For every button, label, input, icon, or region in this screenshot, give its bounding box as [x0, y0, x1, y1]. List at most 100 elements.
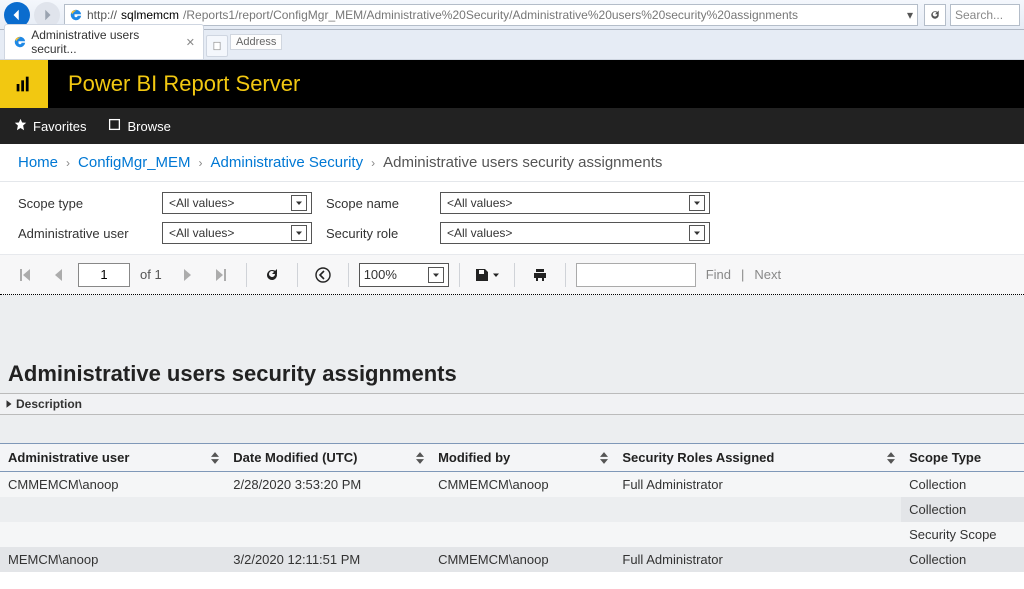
- col-admin-user[interactable]: Administrative user: [0, 444, 225, 472]
- report-body: Administrative users security assignment…: [0, 295, 1024, 572]
- scope-name-value: <All values>: [447, 196, 512, 210]
- description-toggle[interactable]: Description: [0, 393, 1024, 415]
- cell-date: [225, 497, 430, 522]
- cell-role: Full Administrator: [614, 547, 901, 572]
- cell-user: [0, 522, 225, 547]
- favorites-label: Favorites: [33, 119, 86, 134]
- browser-refresh-button[interactable]: [924, 4, 946, 26]
- cell-role: Full Administrator: [614, 472, 901, 498]
- zoom-value: 100%: [364, 267, 397, 282]
- cell-scope: Collection: [901, 547, 1024, 572]
- browse-button[interactable]: Browse: [108, 118, 170, 134]
- breadcrumb-l2[interactable]: Administrative Security: [211, 154, 364, 171]
- sec-role-value: <All values>: [447, 226, 512, 240]
- chevron-right-icon: ›: [66, 156, 70, 170]
- table-row: Collection: [0, 497, 1024, 522]
- next-page-button[interactable]: [172, 260, 202, 290]
- table-row: Security Scope: [0, 522, 1024, 547]
- cell-scope: Collection: [901, 472, 1024, 498]
- col-date-modified[interactable]: Date Modified (UTC): [225, 444, 430, 472]
- results-table: Administrative user Date Modified (UTC) …: [0, 443, 1024, 572]
- admin-user-label: Administrative user: [18, 226, 148, 241]
- cell-date: 3/2/2020 12:11:51 PM: [225, 547, 430, 572]
- ie-icon: [69, 8, 83, 22]
- chevron-right-icon: ›: [199, 156, 203, 170]
- pbi-toolbar: Favorites Browse: [0, 108, 1024, 144]
- scope-name-label: Scope name: [326, 196, 426, 211]
- find-label[interactable]: Find: [706, 267, 731, 282]
- cell-date: 2/28/2020 3:53:20 PM: [225, 472, 430, 498]
- chevron-down-icon: [291, 225, 307, 241]
- admin-user-select[interactable]: <All values>: [162, 222, 312, 244]
- last-page-button[interactable]: [206, 260, 236, 290]
- page-number-input[interactable]: [78, 263, 130, 287]
- description-label: Description: [16, 397, 82, 411]
- scope-type-select[interactable]: <All values>: [162, 192, 312, 214]
- pbi-header: Power BI Report Server: [0, 60, 1024, 108]
- cell-user: [0, 497, 225, 522]
- chevron-down-icon: [689, 225, 705, 241]
- back-to-parent-button[interactable]: [308, 260, 338, 290]
- browser-tab-current[interactable]: Administrative users securit... ✕: [4, 24, 204, 59]
- product-title: Power BI Report Server: [48, 60, 1024, 108]
- breadcrumb-current: Administrative users security assignment…: [383, 154, 662, 171]
- find-input[interactable]: [576, 263, 696, 287]
- cell-role: [614, 497, 901, 522]
- cell-scope: Collection: [901, 497, 1024, 522]
- scope-type-value: <All values>: [169, 196, 234, 210]
- table-header-row: Administrative user Date Modified (UTC) …: [0, 444, 1024, 472]
- cell-by: CMMEMCM\anoop: [430, 472, 614, 498]
- chevron-down-icon: [428, 267, 444, 283]
- first-page-button[interactable]: [10, 260, 40, 290]
- scope-type-label: Scope type: [18, 196, 148, 211]
- powerbi-logo-icon: [0, 60, 48, 108]
- parameter-panel: Scope type <All values> Scope name <All …: [0, 182, 1024, 255]
- find-next-label[interactable]: Next: [754, 267, 781, 282]
- chevron-right-icon: ›: [371, 156, 375, 170]
- chevron-down-icon: [291, 195, 307, 211]
- star-icon: [14, 118, 27, 134]
- cell-user: CMMEMCM\anoop: [0, 472, 225, 498]
- expand-icon: [4, 399, 14, 409]
- report-title: Administrative users security assignment…: [0, 355, 1024, 393]
- cell-scope: Security Scope: [901, 522, 1024, 547]
- print-button[interactable]: [525, 260, 555, 290]
- close-tab-icon[interactable]: ✕: [186, 36, 195, 49]
- breadcrumb-l1[interactable]: ConfigMgr_MEM: [78, 154, 191, 171]
- tab-title: Administrative users securit...: [31, 28, 179, 56]
- breadcrumb: Home › ConfigMgr_MEM › Administrative Se…: [0, 144, 1024, 182]
- cell-date: [225, 522, 430, 547]
- ie-icon: [13, 35, 26, 49]
- favorites-button[interactable]: Favorites: [14, 118, 86, 134]
- cell-by: [430, 497, 614, 522]
- cell-role: [614, 522, 901, 547]
- zoom-select[interactable]: 100%: [359, 263, 449, 287]
- sec-role-select[interactable]: <All values>: [440, 222, 710, 244]
- cell-by: CMMEMCM\anoop: [430, 547, 614, 572]
- new-tab-button[interactable]: [206, 35, 228, 57]
- refresh-report-button[interactable]: [257, 260, 287, 290]
- tab-strip: Administrative users securit... ✕: [0, 30, 1024, 60]
- scope-name-select[interactable]: <All values>: [440, 192, 710, 214]
- address-label: Address: [230, 34, 282, 50]
- col-scope-type[interactable]: Scope Type: [901, 444, 1024, 472]
- export-button[interactable]: [470, 260, 504, 290]
- chevron-down-icon: [689, 195, 705, 211]
- browse-icon: [108, 118, 121, 134]
- prev-page-button[interactable]: [44, 260, 74, 290]
- breadcrumb-home[interactable]: Home: [18, 154, 58, 171]
- cell-by: [430, 522, 614, 547]
- find-sep: |: [741, 267, 744, 282]
- page-of-label: of 1: [140, 267, 162, 282]
- col-security-roles[interactable]: Security Roles Assigned: [614, 444, 901, 472]
- cell-user: MEMCM\anoop: [0, 547, 225, 572]
- table-row: CMMEMCM\anoop 2/28/2020 3:53:20 PM CMMEM…: [0, 472, 1024, 498]
- report-viewer-toolbar: of 1 100% Find | Next: [0, 255, 1024, 295]
- table-row: MEMCM\anoop 3/2/2020 12:11:51 PM CMMEMCM…: [0, 547, 1024, 572]
- address-bar[interactable]: http://sqlmemcm/Reports1/report/ConfigMg…: [64, 4, 918, 26]
- sec-role-label: Security role: [326, 226, 426, 241]
- browser-search-input[interactable]: Search...: [950, 4, 1020, 26]
- col-modified-by[interactable]: Modified by: [430, 444, 614, 472]
- admin-user-value: <All values>: [169, 226, 234, 240]
- browse-label: Browse: [127, 119, 170, 134]
